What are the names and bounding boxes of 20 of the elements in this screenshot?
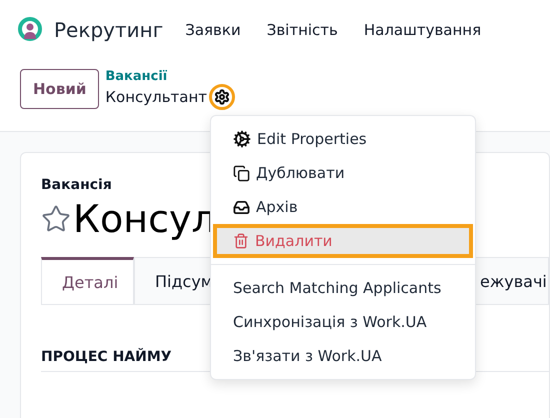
menu-item[interactable]: Дублювати — [211, 156, 475, 190]
menu-item[interactable]: Edit Properties — [211, 122, 475, 156]
breadcrumb-link[interactable]: Вакансії — [105, 69, 236, 84]
app-name: Рекрутинг — [54, 18, 164, 42]
copy-icon — [233, 164, 250, 182]
new-button[interactable]: Новий — [20, 69, 100, 109]
star-icon[interactable] — [41, 204, 71, 234]
app-logo-icon — [18, 17, 42, 43]
nav-menu-item[interactable]: Налаштування — [364, 21, 482, 39]
settings-button[interactable] — [209, 84, 236, 110]
nav-menu-item[interactable]: Звітність — [266, 21, 338, 39]
inbox-icon — [233, 198, 250, 216]
form-label: Вакансія — [41, 177, 113, 193]
menu-item[interactable]: Синхронізація з Work.UA — [211, 305, 475, 339]
nav-menu-item[interactable]: Заявки — [185, 21, 241, 39]
gear-icon — [214, 89, 230, 105]
trash-icon — [233, 233, 249, 249]
gear-icon — [233, 130, 251, 148]
tab[interactable]: Деталі — [41, 257, 134, 304]
record-name: Консультант — [105, 88, 208, 106]
